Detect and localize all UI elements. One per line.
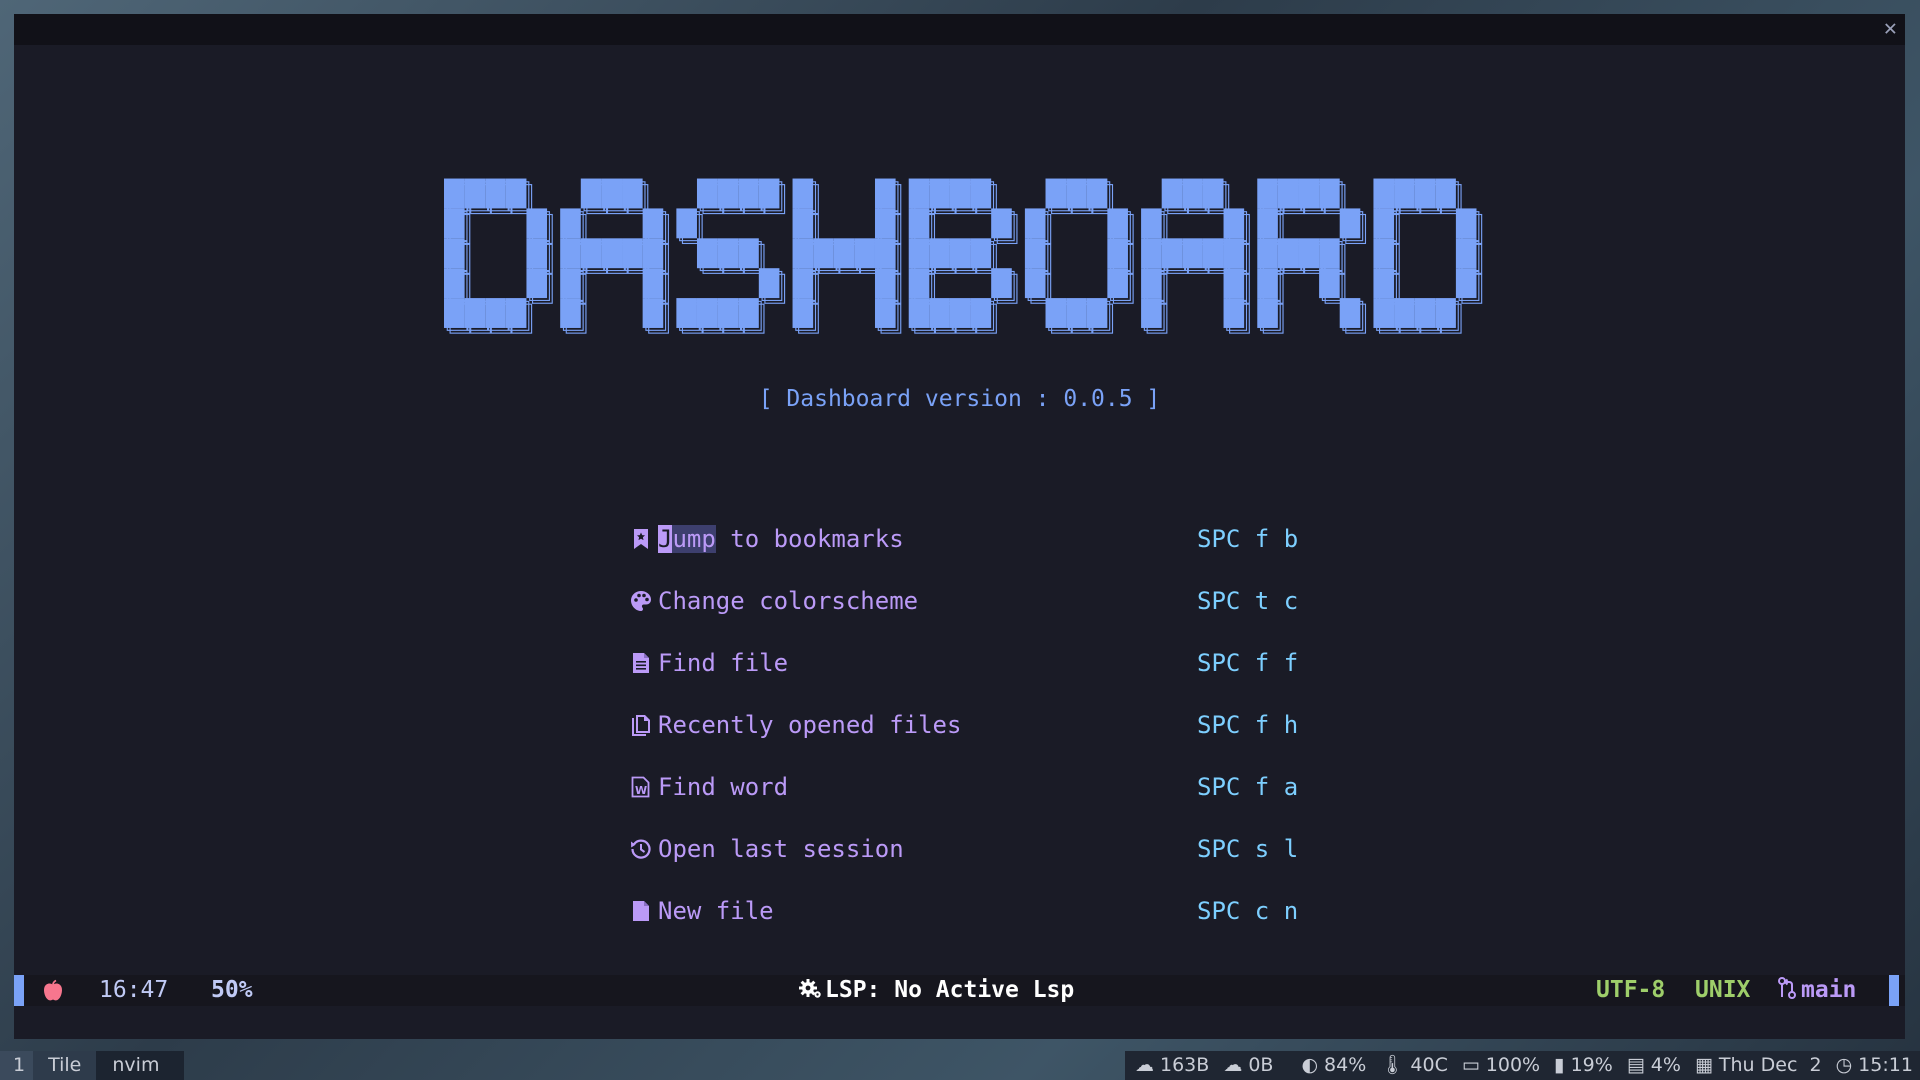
statusline-lsp: LSP: No Active Lsp [798,975,1074,1009]
files-icon [628,713,654,737]
new-file-icon [628,899,654,923]
clock-icon: ◷ [1835,1054,1853,1076]
menu-item-recent-files[interactable]: Recently opened files SPC f h [628,710,1328,740]
dashboard-banner [444,162,1484,352]
disk-usage: ▮ 19% [1554,1051,1613,1080]
cloud-download-icon: ☁ [1223,1054,1243,1076]
memory-icon: ▤ [1626,1054,1645,1076]
menu-shortcut: SPC f b [1197,525,1299,553]
banner-letter [1257,178,1367,334]
lsp-status-text: LSP: No Active Lsp [825,977,1075,1003]
date: ▦ Thu Dec 2 [1695,1051,1822,1080]
window-titlebar: ✕ [14,14,1905,45]
git-branch-name: main [1801,977,1857,1003]
menu-label-rest: to bookmarks [715,525,904,553]
terminal-window: ✕ [ Dashboard version : 0.0.5 ] Jump to … [14,14,1905,1039]
cursor: J [658,525,673,553]
menu-item-find-file[interactable]: Find file SPC f f [628,648,1328,678]
banner-letter [1373,178,1483,334]
calendar-icon: ▦ [1694,1054,1713,1076]
system-bar: 1 Tile nvim ☁ 163B ☁ 0B ◐ 84% 🌡︎ 40C ▭ 100% ▮… [0,1051,1920,1080]
menu-shortcut: SPC s l [1197,835,1299,863]
disk-icon: ▮ [1554,1054,1565,1076]
temperature: 🌡︎ 40C [1380,1051,1448,1080]
statusline-fileformat: UNIX [1695,977,1751,1003]
os-logo-icon [41,979,65,1003]
statusline-right-edge [1889,975,1899,1006]
banner-letter [560,178,669,334]
focused-window-title: nvim [96,1051,185,1080]
menu-item-last-session[interactable]: Open last session SPC s l [628,834,1328,864]
menu-item-find-word[interactable]: W Find word SPC f a [628,772,1328,802]
menu-shortcut: SPC f f [1197,649,1299,677]
close-icon[interactable]: ✕ [1884,18,1897,40]
menu-label: New file [658,897,774,925]
menu-label: Recently opened files [658,711,962,739]
banner-letter [792,178,902,334]
battery: ▭ 100% [1462,1051,1540,1080]
banner-letter [1141,178,1250,334]
statusline-encoding: UTF-8 [1596,977,1666,1003]
banner-letter [1024,178,1134,334]
menu-item-new-file[interactable]: New file SPC c n [628,896,1328,926]
cloud-upload-icon: ☁ [1135,1054,1154,1076]
gear-icon [798,976,822,1009]
menu-shortcut: SPC c n [1197,897,1299,925]
banner-letter [444,178,553,334]
svg-text:W: W [635,784,647,797]
workspace-indicator[interactable]: 1 [0,1051,34,1080]
statusline-time: 16:47 [99,977,169,1003]
palette-icon [628,589,654,613]
battery-icon: ▭ [1461,1054,1480,1076]
banner-logo [444,178,1483,334]
menu-label: Find file [658,649,789,677]
menu-shortcut: SPC f h [1197,711,1299,739]
banner-letter [908,178,1018,334]
word-file-icon: W [628,775,654,799]
file-text-icon [628,651,654,675]
menu-shortcut: SPC f a [1197,773,1299,801]
menu-item-bookmarks[interactable]: Jump to bookmarks SPC f b [628,524,1328,554]
menu-label: Find word [658,773,789,801]
menu-item-colorscheme[interactable]: Change colorscheme SPC t c [628,586,1328,616]
bookmark-icon [628,527,654,551]
layout-indicator[interactable]: Tile [33,1051,97,1080]
statusline-scroll-percent: 50% [211,977,253,1003]
cursor-word: Jump [658,525,716,553]
net-download: ☁ 0B [1223,1051,1273,1080]
thermometer-icon: 🌡︎ [1380,1054,1405,1076]
banner-letter [676,178,786,334]
statusline-git-branch: main [1777,975,1856,1009]
version-text: [ Dashboard version : 0.0.5 ] [758,386,1161,412]
statusline: 16:47 50% LSP: No Active Lsp UTF-8 UNIX … [14,975,1905,1006]
menu-label: Change colorscheme [658,587,919,615]
history-icon [628,837,654,861]
brightness: ◐ 84% [1301,1051,1366,1080]
net-upload: ☁ 163B [1135,1051,1209,1080]
memory-usage: ▤ 4% [1627,1051,1681,1080]
statusline-left-edge [14,975,24,1006]
clock: ◷ 15:11 [1836,1051,1913,1080]
brightness-icon: ◐ [1301,1054,1319,1076]
menu-label: Open last session [658,835,904,863]
git-branch-icon [1777,976,1797,1009]
menu-shortcut: SPC t c [1197,587,1299,615]
